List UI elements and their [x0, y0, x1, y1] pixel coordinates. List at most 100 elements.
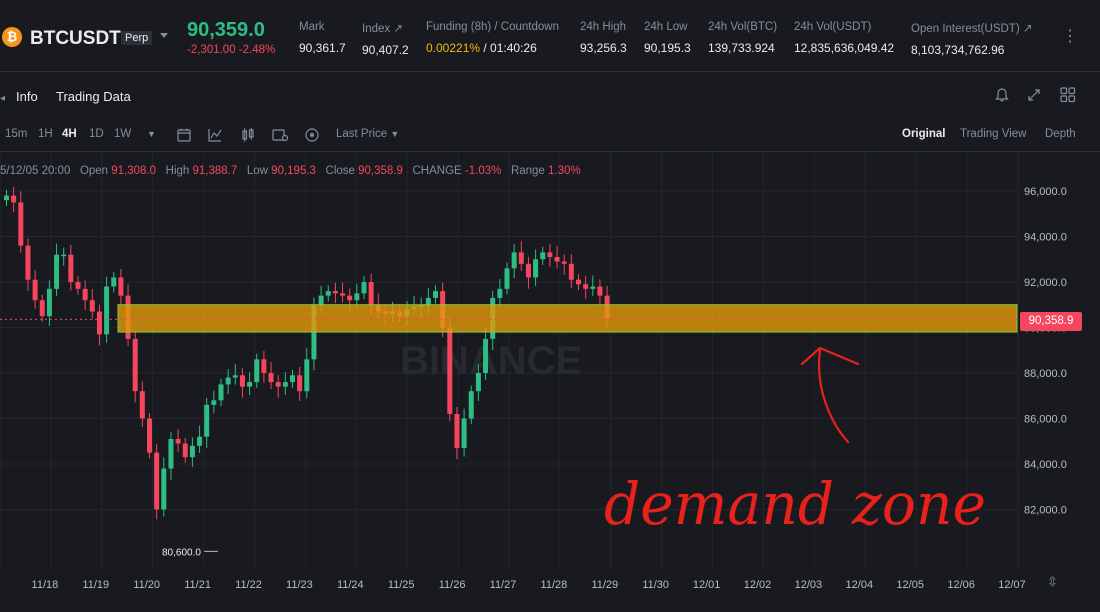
- chart-settings-icon[interactable]: [271, 127, 289, 143]
- candle-body: [211, 400, 217, 405]
- y-axis-tick-label: 84,000.0: [1024, 459, 1067, 471]
- view-original[interactable]: Original: [902, 128, 945, 140]
- y-axis-tick-label: 86,000.0: [1024, 414, 1067, 426]
- bell-icon[interactable]: [994, 87, 1010, 103]
- perp-badge: Perp: [121, 31, 153, 45]
- candle-body: [518, 252, 524, 264]
- y-axis-tick-label: 88,000.0: [1024, 368, 1067, 380]
- candle-type-icon[interactable]: [240, 127, 256, 143]
- candle-body: [304, 359, 310, 392]
- candle-body: [54, 254, 60, 289]
- x-axis-date-label: 11/24: [337, 579, 364, 591]
- candle-body: [290, 375, 295, 383]
- view-trading-view[interactable]: Trading View: [960, 128, 1026, 140]
- x-axis-date-label: 11/26: [439, 579, 466, 591]
- candle-body: [368, 282, 374, 305]
- candle-body: [18, 202, 24, 246]
- candle-body: [504, 268, 510, 289]
- scale-toggle-icon[interactable]: ⇳: [1047, 574, 1058, 590]
- candle-body: [354, 293, 360, 301]
- timeframe-1d[interactable]: 1D: [89, 128, 104, 140]
- candle-body: [547, 252, 553, 257]
- candle-body: [340, 293, 346, 296]
- candle-body: [182, 443, 188, 458]
- timeframe-more-icon[interactable]: ▼: [147, 129, 156, 139]
- view-depth[interactable]: Depth: [1045, 128, 1076, 140]
- ohlc-legend: 5/12/05 20:00 Open 91,308.0 High 91,388.…: [0, 165, 581, 177]
- indicator-icon[interactable]: [207, 127, 223, 143]
- x-axis-date-label: 11/28: [541, 579, 568, 591]
- candle-body: [11, 195, 17, 203]
- candle-body: [168, 438, 174, 469]
- candle-body: [118, 277, 124, 296]
- symbol-name[interactable]: BTCUSDT: [30, 28, 121, 50]
- candlestick-chart[interactable]: BINANCE96,000.094,000.092,000.090,000.08…: [0, 152, 1100, 612]
- fullscreen-icon[interactable]: [1026, 87, 1042, 103]
- chart-toolbar: 15m 1H 4H 1D 1W ▼ Last Price ▼ Original …: [0, 118, 1100, 152]
- x-axis-date-label: 11/30: [642, 579, 669, 591]
- candle-body: [161, 468, 167, 510]
- stat-open-interest[interactable]: Open Interest(USDT) ↗ 8,103,734,762.96: [911, 21, 1032, 57]
- calendar-icon[interactable]: [176, 127, 192, 143]
- x-axis-date-label: 11/22: [235, 579, 262, 591]
- bitcoin-icon: ₿: [2, 27, 22, 47]
- last-price: 90,359.0: [187, 19, 265, 41]
- candle-body: [576, 279, 581, 285]
- candle-body: [82, 288, 88, 301]
- timeframe-15m[interactable]: 15m: [5, 128, 27, 140]
- timeframe-1w[interactable]: 1W: [114, 128, 131, 140]
- candle-body: [75, 282, 81, 289]
- timeframe-4h[interactable]: 4H: [62, 128, 77, 140]
- chevron-down-icon[interactable]: [160, 33, 168, 38]
- candle-body: [268, 373, 274, 383]
- candle-body: [25, 245, 31, 280]
- x-axis-date-label: 11/25: [388, 579, 415, 591]
- tab-trading-data[interactable]: Trading Data: [56, 89, 131, 104]
- candle-body: [361, 282, 367, 294]
- candle-body: [46, 288, 52, 317]
- candle-body: [275, 382, 281, 387]
- y-axis-tick-label: 82,000.0: [1024, 505, 1067, 517]
- candle-body: [189, 445, 195, 458]
- x-axis-date-label: 11/18: [32, 579, 59, 591]
- x-axis-date-label: 12/06: [947, 579, 975, 591]
- timeframe-1h[interactable]: 1H: [38, 128, 53, 140]
- annotation-arrow: [800, 346, 860, 444]
- more-icon[interactable]: ⋮: [1062, 26, 1078, 46]
- x-axis-date-label: 12/05: [896, 579, 924, 591]
- layout-icon[interactable]: [1059, 86, 1077, 104]
- candle-body: [454, 413, 460, 449]
- stat-index[interactable]: Index ↗ 90,407.2: [362, 21, 409, 57]
- y-axis-tick-label: 96,000.0: [1024, 186, 1067, 198]
- chevron-down-icon: ▼: [390, 129, 400, 139]
- annotation-text: demand zone: [604, 470, 986, 538]
- price-type-select[interactable]: Last Price ▼: [336, 128, 399, 140]
- candle-body: [197, 436, 203, 446]
- candle-body: [525, 263, 531, 278]
- candle-body: [139, 391, 145, 419]
- candle-body: [104, 286, 110, 335]
- candle-body: [39, 300, 45, 317]
- x-axis-date-label: 11/21: [184, 579, 211, 591]
- candle-body: [332, 291, 338, 294]
- candle-body: [425, 297, 431, 305]
- candle-body: [218, 384, 224, 401]
- candle-body: [232, 375, 238, 378]
- candle-body: [533, 259, 539, 278]
- x-axis-date-label: 11/27: [490, 579, 517, 591]
- x-axis-date-label: 12/02: [744, 579, 772, 591]
- candle-body: [239, 375, 245, 387]
- candle-body: [282, 382, 288, 387]
- stat-24h-low: 24h Low 90,195.3: [644, 21, 691, 55]
- candle-body: [4, 195, 9, 201]
- candle-body: [347, 295, 353, 301]
- tab-info[interactable]: Info: [16, 89, 38, 104]
- target-icon[interactable]: [304, 127, 320, 143]
- x-axis-date-label: 12/01: [693, 579, 721, 591]
- candle-body: [68, 254, 74, 282]
- candle-body: [111, 277, 117, 287]
- stat-24h-vol-btc: 24h Vol(BTC) 139,733.924: [708, 21, 778, 55]
- x-axis-date-label: 12/04: [846, 579, 874, 591]
- candle-body: [154, 452, 160, 510]
- candle-body: [447, 327, 453, 414]
